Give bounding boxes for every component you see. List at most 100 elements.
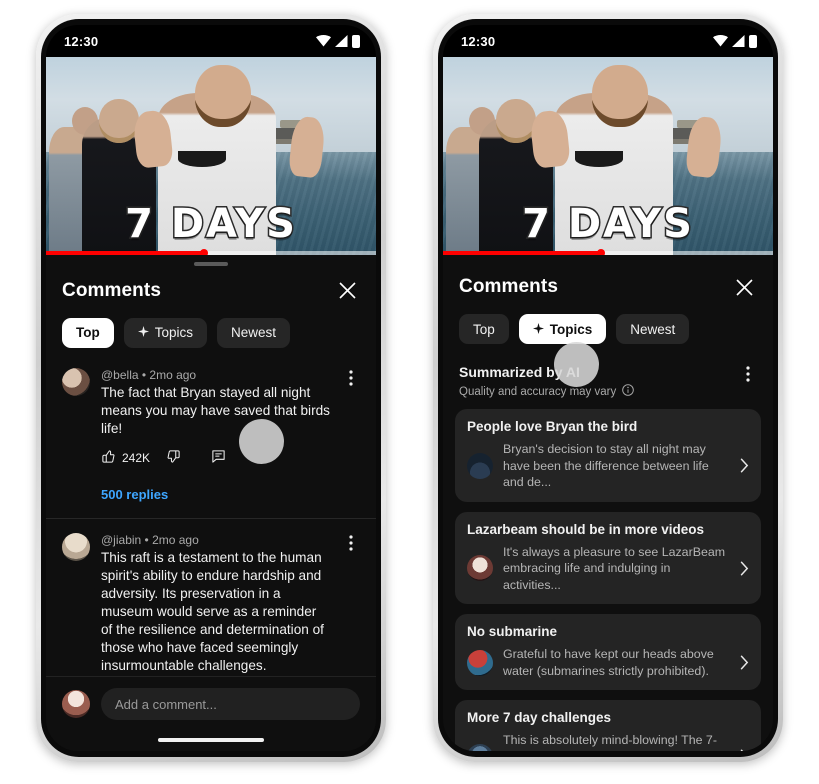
comment-meta: @jiabin • 2mo ago	[101, 532, 199, 547]
cellular-signal-icon	[732, 35, 745, 47]
phone-right: 12:30 7 DAYS Comments Top Topics Newest …	[433, 14, 783, 762]
chip-newest-label: Newest	[630, 321, 676, 337]
topic-snippet: Grateful to have kept our heads above wa…	[503, 647, 714, 678]
wifi-icon	[316, 35, 331, 47]
ai-summary-title: Summarized by AI	[459, 364, 580, 380]
video-person-left-head	[495, 99, 536, 143]
sheet-title: Comments	[62, 279, 161, 301]
topic-card[interactable]: No submarine Grateful to have kept our h…	[455, 614, 761, 690]
chip-topics-label: Topics	[154, 325, 194, 341]
battery-icon	[749, 34, 757, 48]
topic-preview-row: Bryan's decision to stay all night may h…	[467, 441, 749, 491]
topic-card[interactable]: Lazarbeam should be in more videos It's …	[455, 511, 761, 604]
info-icon[interactable]	[622, 384, 635, 399]
comment-overflow-menu-icon[interactable]	[342, 368, 360, 467]
topic-title: More 7 day challenges	[467, 710, 612, 725]
chevron-right-icon[interactable]	[740, 655, 749, 670]
comment-item[interactable]: @jiabin • 2mo ago This raft is a testame…	[46, 519, 376, 676]
battery-icon	[352, 34, 360, 48]
home-indicator	[46, 729, 376, 751]
status-bar-time: 12:30	[64, 33, 99, 49]
sort-chip-group-right: Top Topics Newest	[443, 304, 773, 350]
chip-newest-label: Newest	[231, 325, 277, 341]
video-player[interactable]: 7 DAYS	[443, 57, 773, 255]
thumbs-up-icon	[101, 449, 116, 467]
reply-button[interactable]	[211, 449, 226, 467]
comment-body: @jiabin • 2mo ago This raft is a testame…	[101, 533, 331, 676]
avatar	[467, 743, 493, 751]
add-comment-input[interactable]: Add a comment...	[101, 688, 360, 720]
topic-title: No submarine	[467, 624, 558, 639]
sheet-header: Comments	[443, 262, 773, 304]
chevron-right-icon[interactable]	[740, 561, 749, 576]
phone-right-screen: 12:30 7 DAYS Comments Top Topics Newest …	[443, 25, 773, 751]
chip-top-label: Top	[473, 321, 495, 337]
status-bar-icons	[316, 34, 360, 48]
phone-left-bezel: 12:30 7 DAYS Comments Top Topics Newest …	[41, 19, 381, 757]
topic-preview-row: It's always a pleasure to see LazarBeam …	[467, 544, 749, 594]
chevron-right-icon[interactable]	[740, 458, 749, 473]
chip-topics[interactable]: Topics	[518, 314, 607, 344]
sparkle-icon	[137, 325, 149, 340]
topics-list[interactable]: People love Bryan the bird Bryan's decis…	[443, 399, 773, 751]
sheet-title: Comments	[459, 276, 558, 297]
close-icon[interactable]	[731, 274, 757, 300]
chip-newest[interactable]: Newest	[616, 314, 690, 344]
comment-text: This raft is a testament to the human sp…	[101, 549, 324, 674]
topic-card[interactable]: More 7 day challenges This is absolutely…	[455, 700, 761, 751]
chip-top[interactable]: Top	[459, 314, 509, 344]
ai-summary-header: Summarized by AI Quality and accuracy ma…	[443, 350, 773, 399]
ai-summary-overflow-menu-icon[interactable]	[739, 364, 757, 382]
comments-list[interactable]: @bella • 2mo ago The fact that Bryan sta…	[46, 354, 376, 676]
topic-snippet: It's always a pleasure to see LazarBeam …	[503, 544, 726, 592]
phone-right-bezel: 12:30 7 DAYS Comments Top Topics Newest …	[438, 19, 778, 757]
video-person-main-collar	[178, 151, 226, 167]
video-person-main-collar	[575, 151, 623, 167]
ai-summary-text-group: Summarized by AI Quality and accuracy ma…	[459, 364, 635, 399]
video-overlay-text: 7 DAYS	[521, 200, 694, 249]
avatar	[467, 555, 493, 582]
video-overlay-text: 7 DAYS	[124, 200, 297, 249]
close-icon[interactable]	[334, 278, 360, 304]
ai-summary-disclaimer: Quality and accuracy may vary	[459, 384, 635, 399]
video-person-left-head	[98, 99, 139, 143]
like-button[interactable]: 242K	[101, 449, 150, 467]
comment-actions: 242K	[101, 449, 331, 467]
comment-item[interactable]: @bella • 2mo ago The fact that Bryan sta…	[46, 354, 376, 471]
chip-newest[interactable]: Newest	[217, 317, 291, 348]
dislike-button[interactable]	[166, 449, 181, 467]
video-player[interactable]: 7 DAYS	[46, 57, 376, 255]
video-person-main-head	[194, 65, 251, 127]
sheet-header: Comments	[46, 266, 376, 308]
status-bar-time: 12:30	[461, 33, 496, 49]
ai-summary-disclaimer-text: Quality and accuracy may vary	[459, 385, 617, 398]
sort-chip-group-left: Top Topics Newest	[46, 308, 376, 354]
avatar[interactable]	[62, 532, 90, 561]
comment-text: The fact that Bryan stayed all night mea…	[101, 384, 330, 436]
topic-title: Lazarbeam should be in more videos	[467, 521, 705, 537]
reply-bubble-icon	[211, 449, 226, 467]
topic-preview-row: This is absolutely mind-blowing! The 7-d…	[467, 732, 749, 751]
chip-top-label: Top	[76, 325, 100, 341]
video-person-main-head	[591, 65, 648, 127]
comment-overflow-menu-icon[interactable]	[342, 533, 360, 676]
comment-body: @bella • 2mo ago The fact that Bryan sta…	[101, 368, 331, 467]
sparkle-icon	[532, 322, 544, 337]
status-bar-icons	[713, 34, 757, 48]
topic-snippet: Bryan's decision to stay all night may h…	[503, 442, 709, 489]
avatar	[467, 452, 493, 479]
chevron-right-icon[interactable]	[740, 749, 749, 751]
topic-card[interactable]: People love Bryan the bird Bryan's decis…	[455, 409, 761, 502]
screenshot-stage: 12:30 7 DAYS Comments Top Topics Newest …	[0, 0, 819, 784]
status-bar: 12:30	[443, 25, 773, 57]
comment-composer[interactable]: Add a comment...	[46, 676, 376, 729]
phone-left-screen: 12:30 7 DAYS Comments Top Topics Newest …	[46, 25, 376, 751]
chip-top[interactable]: Top	[62, 317, 114, 348]
comments-sheet-left: Comments Top Topics Newest @bella • 2mo …	[46, 255, 376, 751]
avatar[interactable]	[62, 690, 90, 718]
wifi-icon	[713, 35, 728, 47]
comments-sheet-right: Comments Top Topics Newest Summarized by…	[443, 255, 773, 751]
avatar[interactable]	[62, 367, 90, 396]
chip-topics[interactable]: Topics	[123, 317, 208, 348]
view-replies-link[interactable]: 500 replies	[46, 471, 376, 502]
